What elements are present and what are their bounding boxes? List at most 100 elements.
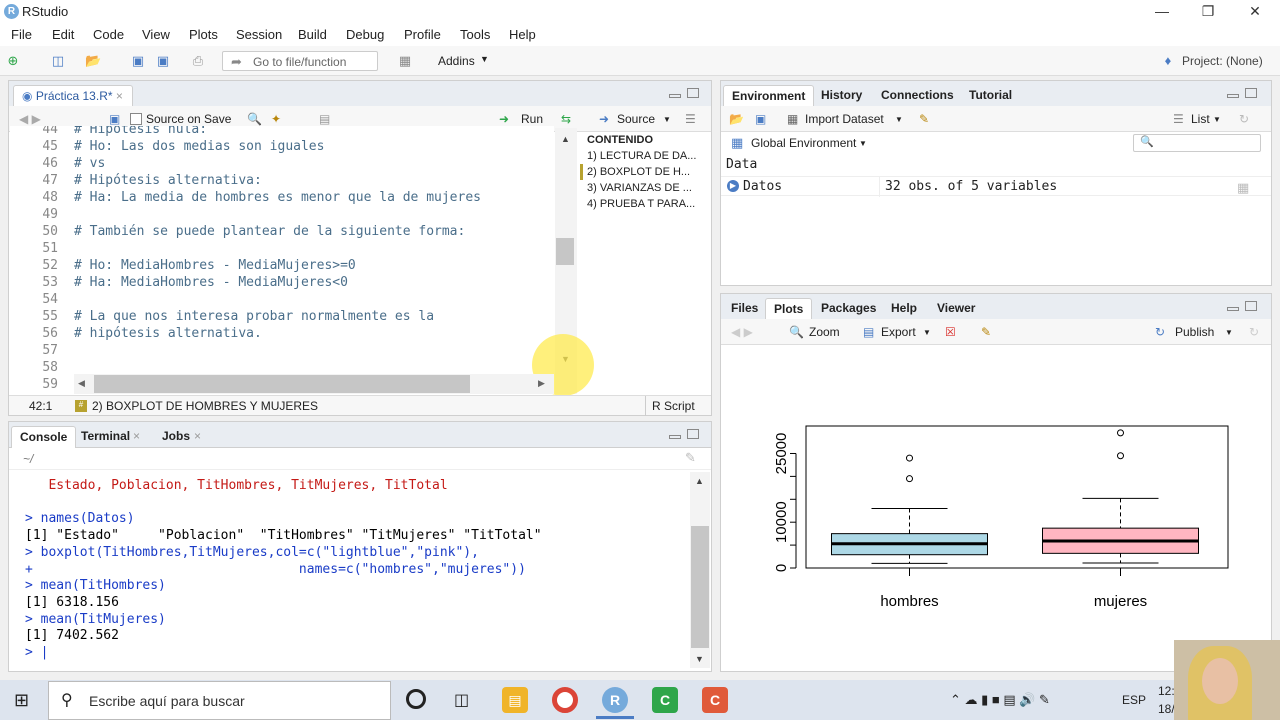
tab-help[interactable]: Help: [883, 298, 925, 320]
load-workspace-icon[interactable]: 📂: [729, 112, 744, 126]
file-type[interactable]: R Script: [652, 399, 695, 413]
save-all-icon[interactable]: ▣: [155, 53, 171, 69]
code-line[interactable]: # También se puede plantear de la siguie…: [74, 224, 465, 239]
refresh-icon[interactable]: ↻: [1239, 112, 1249, 126]
maximize-pane-icon[interactable]: [1245, 88, 1257, 98]
tab-viewer[interactable]: Viewer: [929, 298, 983, 320]
menu-tools[interactable]: Tools: [460, 27, 490, 42]
scope-select[interactable]: Global Environment: [751, 136, 856, 150]
tab-files[interactable]: Files: [723, 298, 766, 320]
rstudio-taskbar-icon[interactable]: R: [602, 687, 628, 713]
code-line[interactable]: # hipótesis alternativa.: [74, 326, 262, 341]
restore-icon[interactable]: ❐: [1198, 3, 1218, 21]
save-icon[interactable]: ▣: [130, 53, 146, 69]
import-dataset-button[interactable]: Import Dataset: [805, 112, 884, 126]
rerun-icon[interactable]: ⇆: [561, 112, 571, 126]
outline-item[interactable]: 3) VARIANZAS DE ...: [587, 182, 692, 194]
broom-icon[interactable]: ✎: [919, 112, 929, 126]
camtasia-red-icon[interactable]: C: [702, 687, 728, 713]
chrome-icon[interactable]: [552, 687, 578, 713]
run-button[interactable]: Run: [521, 112, 543, 126]
task-view-icon[interactable]: ◫: [454, 690, 469, 710]
scroll-down-icon[interactable]: ▼: [695, 654, 704, 664]
close-icon[interactable]: ✕: [1245, 3, 1265, 21]
menu-edit[interactable]: Edit: [52, 27, 74, 42]
tab-plots[interactable]: Plots: [765, 298, 813, 320]
code-line[interactable]: # Ho: MediaHombres - MediaMujeres>=0: [74, 258, 356, 273]
clock-date[interactable]: 18/: [1158, 702, 1175, 716]
code-line[interactable]: # Ha: MediaHombres - MediaMujeres<0: [74, 275, 348, 290]
taskbar-search-input[interactable]: ⚲ Escribe aquí para buscar: [48, 681, 391, 720]
console-output[interactable]: Estado, Poblacion, TitHombres, TitMujere…: [9, 478, 689, 670]
scroll-thumb[interactable]: [556, 238, 574, 265]
grid-layout-icon[interactable]: ▦: [397, 53, 413, 69]
outline-item[interactable]: 1) LECTURA DE DA...: [587, 150, 696, 162]
expand-icon[interactable]: ▶: [727, 180, 739, 192]
source-button[interactable]: Source: [617, 112, 655, 126]
environment-search-input[interactable]: 🔍: [1133, 134, 1261, 152]
menu-debug[interactable]: Debug: [346, 27, 384, 42]
code-editor[interactable]: 44 # Hipótesis nula: 45 # Ho: Las dos media…: [10, 126, 554, 394]
source-icon[interactable]: ➜: [599, 112, 609, 126]
close-tab-icon[interactable]: ×: [116, 89, 123, 103]
tab-environment[interactable]: Environment: [723, 85, 815, 107]
tab-console[interactable]: Console: [11, 426, 77, 448]
view-mode-select[interactable]: List: [1191, 112, 1210, 126]
open-folder-icon[interactable]: 📂: [85, 53, 101, 69]
refresh-icon[interactable]: ↻: [1249, 325, 1259, 339]
run-icon[interactable]: ➜: [499, 112, 509, 126]
compile-icon[interactable]: ▤: [319, 112, 330, 126]
new-file-icon[interactable]: ⊕: [5, 53, 21, 69]
tab-connections[interactable]: Connections: [873, 85, 962, 107]
camtasia-green-icon[interactable]: C: [652, 687, 678, 713]
scroll-right-icon[interactable]: ▶: [538, 378, 545, 389]
scroll-left-icon[interactable]: ◀: [78, 378, 85, 389]
windows-start-icon[interactable]: ⊞: [14, 690, 29, 711]
zoom-button[interactable]: Zoom: [809, 325, 840, 339]
menu-file[interactable]: File: [11, 27, 32, 42]
outline-item[interactable]: 2) BOXPLOT DE H...: [587, 166, 690, 178]
tab-tutorial[interactable]: Tutorial: [961, 85, 1020, 107]
scroll-thumb[interactable]: [691, 526, 709, 648]
menu-session[interactable]: Session: [236, 27, 282, 42]
minimize-icon[interactable]: —: [1152, 3, 1172, 21]
maximize-pane-icon[interactable]: [687, 429, 699, 439]
addins-menu[interactable]: Addins: [438, 54, 475, 68]
maximize-pane-icon[interactable]: [687, 88, 699, 98]
clock-time[interactable]: 12:: [1158, 684, 1175, 698]
save-icon[interactable]: ▣: [109, 112, 120, 126]
scroll-up-icon[interactable]: ▲: [695, 476, 704, 486]
export-button[interactable]: Export: [881, 325, 916, 339]
minimize-pane-icon[interactable]: [1227, 307, 1239, 311]
close-tab-icon[interactable]: ×: [133, 429, 140, 443]
minimize-pane-icon[interactable]: [669, 435, 681, 439]
file-explorer-icon[interactable]: ▤: [502, 687, 528, 713]
env-row[interactable]: ▶ Datos 32 obs. of 5 variables ▦: [721, 176, 1271, 197]
maximize-pane-icon[interactable]: [1245, 301, 1257, 311]
search-icon[interactable]: 🔍: [247, 112, 262, 126]
outline-item[interactable]: 4) PRUEBA T PARA...: [587, 198, 695, 210]
tab-history[interactable]: History: [813, 85, 870, 107]
section-navigator[interactable]: 2) BOXPLOT DE HOMBRES Y MUJERES: [92, 399, 318, 413]
editor-horizontal-scrollbar[interactable]: ◀ ▶: [74, 374, 554, 394]
tab-terminal[interactable]: Terminal: [73, 426, 138, 448]
source-on-save-checkbox[interactable]: [130, 113, 142, 125]
minimize-pane-icon[interactable]: [1227, 94, 1239, 98]
outline-icon[interactable]: ☰: [685, 112, 696, 126]
code-line[interactable]: # vs: [74, 156, 105, 171]
menu-plots[interactable]: Plots: [189, 27, 218, 42]
back-icon[interactable]: ◀ ▶: [731, 325, 753, 339]
view-table-icon[interactable]: ▦: [1237, 180, 1249, 196]
scroll-up-icon[interactable]: ▲: [561, 134, 570, 144]
new-project-icon[interactable]: ◫: [50, 53, 66, 69]
code-line[interactable]: # Hipótesis alternativa:: [74, 173, 262, 188]
code-line[interactable]: # La que nos interesa probar normalmente…: [74, 309, 434, 324]
back-icon[interactable]: ◀ ▶: [19, 112, 41, 126]
project-menu[interactable]: Project: (None): [1182, 54, 1263, 68]
console-scrollbar[interactable]: ▲ ▼: [690, 472, 710, 668]
cortana-icon[interactable]: [406, 689, 426, 709]
print-icon[interactable]: ⎙: [190, 53, 206, 69]
goto-file-input[interactable]: ➦ Go to file/function: [222, 51, 378, 71]
code-line[interactable]: # Ho: Las dos medias son iguales: [74, 139, 324, 154]
close-tab-icon[interactable]: ×: [194, 429, 201, 443]
